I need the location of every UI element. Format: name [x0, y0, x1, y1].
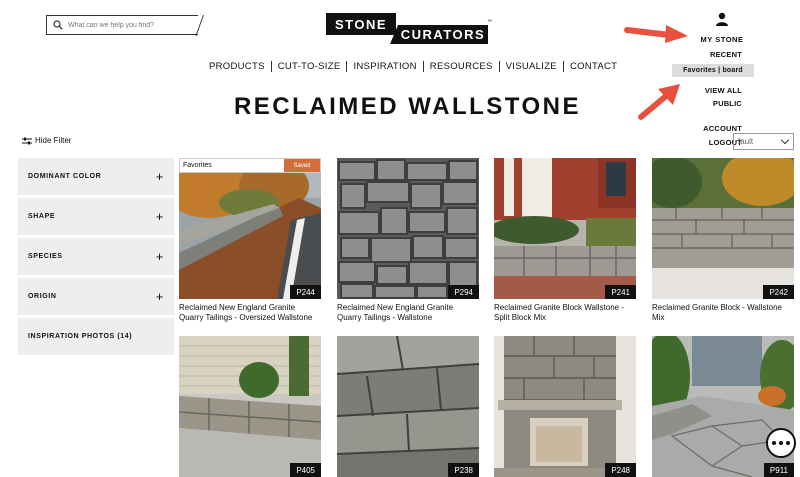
- sort-value: fault: [738, 137, 754, 146]
- filter-dominant-color[interactable]: DOMINANT COLOR +: [18, 158, 174, 195]
- chat-dot-icon: [786, 441, 790, 445]
- product-code-badge: P238: [448, 463, 479, 477]
- filter-origin[interactable]: ORIGIN +: [18, 278, 174, 315]
- user-icon: [716, 12, 728, 26]
- product-code-badge: P244: [290, 285, 321, 299]
- nav-contact[interactable]: CONTACT: [564, 61, 623, 72]
- product-card[interactable]: P248: [494, 336, 636, 477]
- sort-select[interactable]: fault: [733, 133, 794, 150]
- logo-line-2: CURATORS: [390, 25, 488, 44]
- product-code-badge: P242: [763, 285, 794, 299]
- filter-species[interactable]: SPECIES +: [18, 238, 174, 275]
- filter-label: INSPIRATION PHOTOS (14): [28, 333, 133, 340]
- product-code-badge: P248: [605, 463, 636, 477]
- nav-resources[interactable]: RESOURCES: [424, 61, 499, 72]
- favorites-bar: Favorites Saved: [179, 158, 321, 173]
- product-code-badge: P241: [605, 285, 636, 299]
- search-box[interactable]: [46, 15, 198, 35]
- product-code-badge: P294: [448, 285, 479, 299]
- logo-trademark: ™: [487, 19, 492, 25]
- filter-label: SPECIES: [28, 253, 63, 260]
- page-title: RECLAIMED WALLSTONE: [233, 93, 582, 120]
- filter-label: ORIGIN: [28, 293, 57, 300]
- logo-line-1: STONE: [326, 13, 396, 35]
- my-stone-button[interactable]: MY STONE: [696, 12, 748, 47]
- product-photo: [494, 336, 636, 477]
- product-image[interactable]: P238: [337, 336, 479, 477]
- my-stone-label: MY STONE: [700, 35, 744, 44]
- product-card[interactable]: P405: [179, 336, 321, 477]
- filter-inspiration-photos[interactable]: INSPIRATION PHOTOS (14): [18, 318, 174, 355]
- search-input[interactable]: [68, 21, 193, 29]
- nav-inspiration[interactable]: INSPIRATION: [347, 61, 422, 72]
- product-name[interactable]: Reclaimed Granite Block - Wallstone Mix: [652, 303, 794, 323]
- chat-dot-icon: [779, 441, 783, 445]
- hide-filter-button[interactable]: Hide Filter: [22, 136, 71, 145]
- favorites-select[interactable]: Favorites: [180, 159, 284, 172]
- product-photo: [337, 336, 479, 477]
- product-photo: [494, 158, 636, 299]
- menu-item-recent[interactable]: RECENT: [672, 50, 754, 59]
- chevron-down-icon: [780, 135, 790, 145]
- nav-products[interactable]: PRODUCTS: [203, 61, 271, 72]
- search-icon: [53, 20, 63, 30]
- saved-button[interactable]: Saved: [284, 159, 320, 172]
- product-photo: [652, 158, 794, 299]
- plus-icon: +: [155, 249, 164, 264]
- filter-shape[interactable]: SHAPE +: [18, 198, 174, 235]
- product-photo: [337, 158, 479, 299]
- product-name[interactable]: Reclaimed New England Granite Quarry Tai…: [337, 303, 479, 323]
- product-name[interactable]: Reclaimed New England Granite Quarry Tai…: [179, 303, 321, 323]
- product-card[interactable]: Favorites Saved P244 Reclaimed New Engla…: [179, 158, 321, 323]
- product-photo: [179, 158, 321, 299]
- filter-label: DOMINANT COLOR: [28, 173, 102, 180]
- product-image[interactable]: P405: [179, 336, 321, 477]
- product-name[interactable]: Reclaimed Granite Block Wallstone - Spli…: [494, 303, 636, 323]
- menu-item-favorites-board[interactable]: Favorites | board: [672, 64, 754, 77]
- product-code-badge: P405: [290, 463, 321, 477]
- product-image[interactable]: P248: [494, 336, 636, 477]
- hide-filter-label: Hide Filter: [35, 136, 72, 145]
- main-nav: PRODUCTS CUT-TO-SIZE INSPIRATION RESOURC…: [203, 61, 623, 72]
- nav-cut-to-size[interactable]: CUT-TO-SIZE: [272, 61, 347, 72]
- product-card[interactable]: P242 Reclaimed Granite Block - Wallstone…: [652, 158, 794, 323]
- menu-item-account[interactable]: ACCOUNT: [672, 124, 754, 133]
- plus-icon: +: [155, 169, 164, 184]
- product-card[interactable]: P294 Reclaimed New England Granite Quarr…: [337, 158, 479, 323]
- product-image[interactable]: P242: [652, 158, 794, 299]
- filter-label: SHAPE: [28, 213, 56, 220]
- red-arrow-icon: [624, 25, 688, 43]
- chat-button[interactable]: [766, 428, 796, 458]
- product-card[interactable]: P238: [337, 336, 479, 477]
- plus-icon: +: [155, 289, 164, 304]
- plus-icon: +: [155, 209, 164, 224]
- product-code-badge: P911: [763, 463, 794, 477]
- product-card[interactable]: P241 Reclaimed Granite Block Wallstone -…: [494, 158, 636, 323]
- product-image[interactable]: Favorites Saved P244: [179, 158, 321, 299]
- nav-visualize[interactable]: VISUALIZE: [500, 61, 563, 72]
- sliders-icon: [22, 137, 32, 144]
- product-image[interactable]: P294: [337, 158, 479, 299]
- filter-sidebar: DOMINANT COLOR + SHAPE + SPECIES + ORIGI…: [18, 158, 174, 358]
- product-photo: [179, 336, 321, 477]
- chat-dot-icon: [772, 441, 776, 445]
- logo[interactable]: STONE CURATORS ™: [326, 13, 492, 44]
- product-image[interactable]: P241: [494, 158, 636, 299]
